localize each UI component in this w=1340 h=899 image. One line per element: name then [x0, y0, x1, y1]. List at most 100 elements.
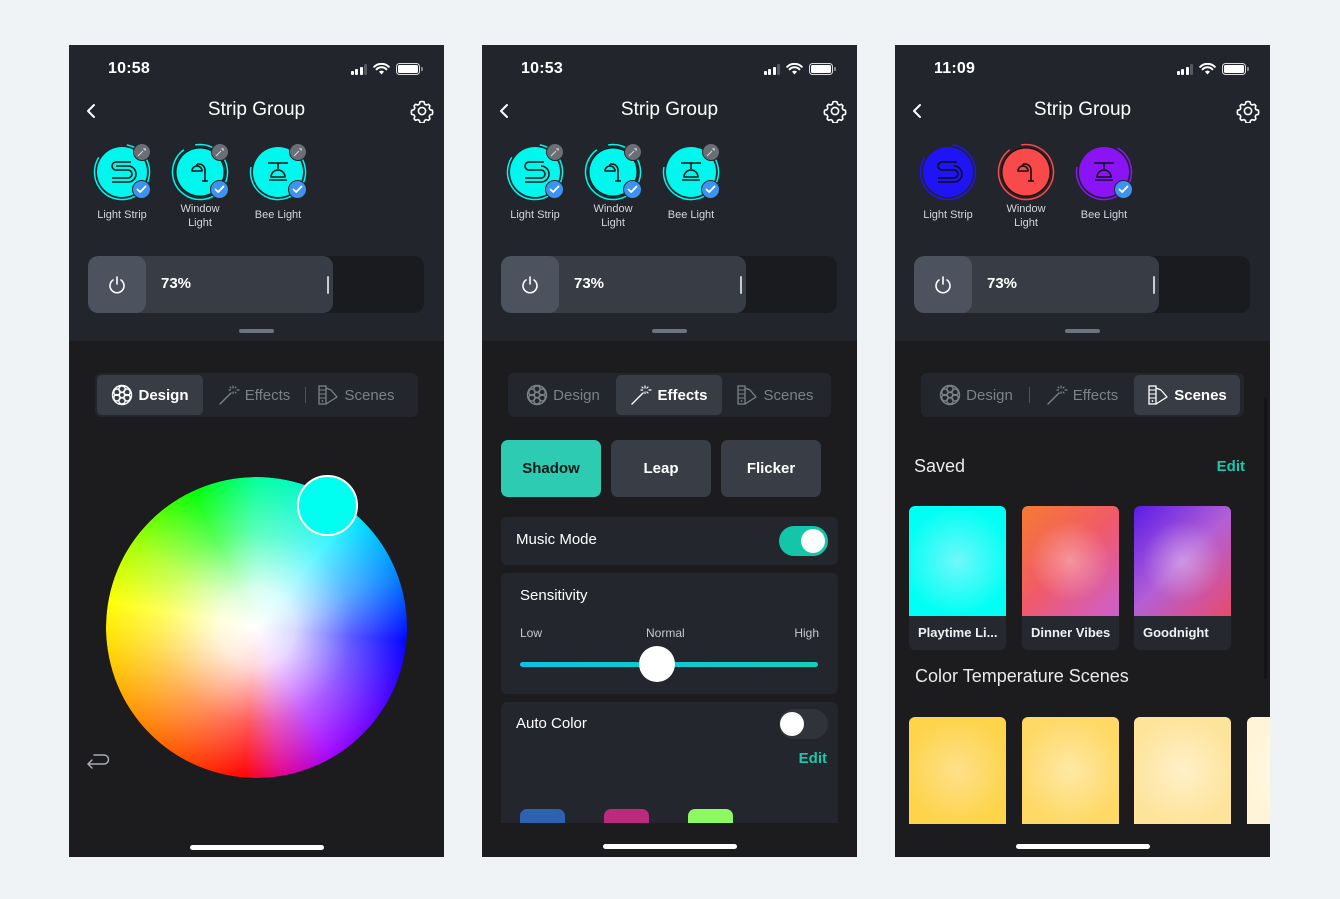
preset-shadow-button[interactable]: Shadow — [501, 440, 601, 497]
gear-icon — [410, 100, 434, 124]
battery-icon — [809, 63, 836, 75]
power-button[interactable] — [501, 256, 559, 313]
device-light-strip[interactable]: Light Strip — [504, 143, 566, 230]
color-picker-handle[interactable] — [297, 475, 358, 536]
sheet-grabber[interactable] — [239, 329, 274, 333]
magic-wand-icon — [550, 148, 559, 157]
nav-bar: Strip Group — [895, 95, 1270, 129]
magic-wand-icon — [1047, 385, 1068, 405]
control-sheet: 10:58 Strip Group Light Strip Window Lig… — [69, 45, 444, 341]
status-icons — [1176, 63, 1249, 75]
reset-color-button[interactable] — [85, 747, 111, 773]
device-light-strip[interactable]: Light Strip — [91, 143, 153, 230]
sheet-grabber[interactable] — [1065, 329, 1100, 333]
auto-color-toggle[interactable] — [779, 709, 828, 739]
mode-tabs: Design Effects Scenes — [508, 373, 831, 417]
selected-check-badge — [623, 180, 642, 199]
device-light-strip[interactable]: Light Strip — [917, 143, 979, 230]
checkmark-icon — [627, 185, 638, 193]
nav-bar: Strip Group — [69, 95, 444, 129]
tab-design[interactable]: Design — [923, 375, 1029, 415]
brightness-handle[interactable] — [1153, 276, 1155, 294]
magic-wand-icon — [706, 148, 715, 157]
brightness-slider[interactable]: 73% — [501, 256, 837, 313]
device-bee-light[interactable]: Bee Light — [660, 143, 722, 230]
sensitivity-slider-handle[interactable] — [639, 646, 676, 682]
tab-scenes[interactable]: Scenes — [306, 375, 406, 415]
temperature-scene-card[interactable] — [1247, 717, 1270, 824]
checkmark-icon — [549, 185, 560, 193]
saved-edit-link[interactable]: Edit — [1217, 458, 1245, 475]
auto-color-edit-link[interactable]: Edit — [799, 750, 827, 767]
temperature-scene-card[interactable] — [1134, 717, 1231, 824]
scene-name: Dinner Vibes — [1031, 625, 1111, 640]
scene-card[interactable]: Goodnight — [1134, 506, 1231, 650]
tab-scenes[interactable]: Scenes — [1134, 375, 1240, 415]
swatches-icon — [318, 385, 339, 405]
effect-badge — [546, 143, 564, 161]
tab-label: Scenes — [763, 386, 814, 404]
nav-bar: Strip Group — [482, 95, 857, 129]
device-window-light[interactable]: Window Light — [582, 143, 644, 230]
settings-button[interactable] — [1236, 99, 1260, 124]
sheet-grabber[interactable] — [652, 329, 687, 333]
home-indicator — [1016, 844, 1150, 849]
wifi-icon — [786, 63, 803, 75]
pendant-lamp-icon — [1094, 162, 1114, 181]
battery-icon — [1222, 63, 1249, 75]
tab-effects[interactable]: Effects — [203, 375, 305, 415]
tab-scenes[interactable]: Scenes — [722, 375, 828, 415]
temperature-scene-card[interactable] — [1022, 717, 1119, 824]
device-bee-light[interactable]: Bee Light — [247, 143, 309, 230]
device-window-light[interactable]: Window Light — [995, 143, 1057, 230]
status-time: 10:58 — [108, 60, 150, 77]
temperature-scene-card[interactable] — [909, 717, 1006, 824]
scene-card[interactable]: Playtime Li... — [909, 506, 1006, 650]
color-wheel[interactable] — [106, 477, 407, 778]
selected-check-badge — [701, 180, 720, 199]
selected-check-badge — [210, 180, 229, 199]
tab-label: Effects — [244, 386, 291, 404]
preset-leap-button[interactable]: Leap — [611, 440, 711, 497]
magic-wand-icon — [219, 385, 240, 405]
magic-wand-icon — [293, 148, 302, 157]
brightness-slider[interactable]: 73% — [88, 256, 424, 313]
home-indicator — [190, 845, 324, 850]
tab-design[interactable]: Design — [510, 375, 616, 415]
effect-badge — [702, 143, 720, 161]
brightness-handle[interactable] — [740, 276, 742, 294]
settings-button[interactable] — [823, 99, 847, 124]
scene-name: Playtime Li... — [918, 625, 998, 640]
checkmark-icon — [292, 185, 303, 193]
brightness-handle[interactable] — [327, 276, 329, 294]
magic-wand-icon — [631, 385, 653, 405]
tab-effects[interactable]: Effects — [616, 375, 722, 415]
color-wheel-icon — [526, 384, 548, 406]
battery-icon — [396, 63, 423, 75]
power-button[interactable] — [914, 256, 972, 313]
control-sheet: 11:09 Strip Group Light Strip Window Lig… — [895, 45, 1270, 341]
tab-effects[interactable]: Effects — [1030, 375, 1134, 415]
power-button[interactable] — [88, 256, 146, 313]
preset-flicker-button[interactable]: Flicker — [721, 440, 821, 497]
tab-design[interactable]: Design — [97, 375, 203, 415]
device-window-light[interactable]: Window Light — [169, 143, 231, 230]
brightness-slider[interactable]: 73% — [914, 256, 1250, 313]
settings-button[interactable] — [410, 99, 434, 124]
status-bar: 10:53 — [482, 45, 857, 95]
brightness-value: 73% — [161, 275, 192, 292]
effect-badge — [211, 143, 229, 161]
desk-lamp-icon — [1017, 163, 1034, 182]
status-bar: 11:09 — [895, 45, 1270, 95]
music-mode-toggle[interactable] — [779, 526, 828, 556]
scrollbar[interactable] — [1264, 397, 1267, 679]
scene-card[interactable]: Dinner Vibes — [1022, 506, 1119, 650]
device-list: Light Strip Window Light Bee Light — [504, 143, 722, 230]
device-name: Light Strip — [97, 209, 147, 221]
device-bee-light[interactable]: Bee Light — [1073, 143, 1135, 230]
selected-check-badge — [1114, 180, 1133, 199]
home-indicator — [603, 844, 737, 849]
wifi-icon — [1199, 63, 1216, 75]
status-icons — [350, 63, 423, 75]
device-list: Light Strip Window Light Bee Light — [91, 143, 309, 230]
